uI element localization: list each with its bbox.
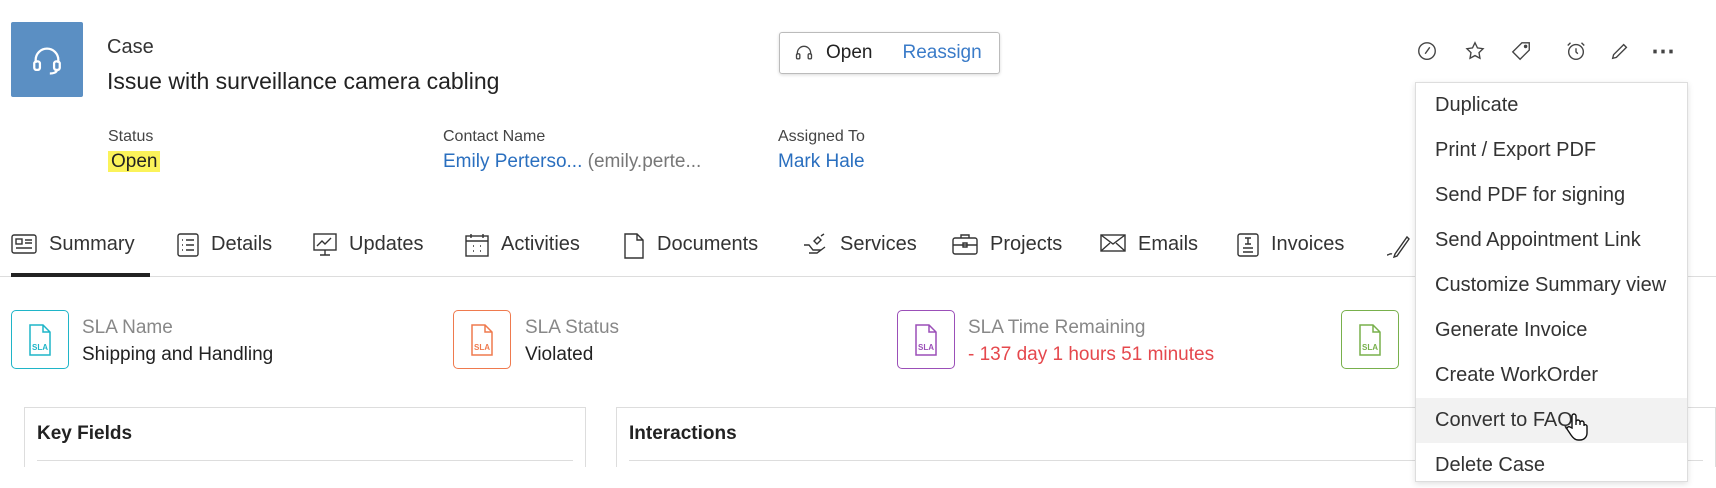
tab-summary[interactable]: Summary: [11, 230, 150, 277]
menu-item-print-export-pdf[interactable]: Print / Export PDF: [1416, 128, 1687, 173]
status-label: Status: [108, 128, 154, 145]
tab-activities[interactable]: Activities: [465, 230, 580, 276]
key-fields-title: Key Fields: [37, 423, 133, 444]
signature-icon: [1386, 235, 1410, 259]
invoice-icon: [1237, 233, 1259, 257]
assigned-label: Assigned To: [778, 128, 865, 145]
interactions-title: Interactions: [629, 423, 737, 444]
sla-time-icon: SLA: [897, 310, 955, 369]
tab-updates[interactable]: Updates: [313, 230, 424, 276]
menu-item-send-pdf-signing[interactable]: Send PDF for signing: [1416, 173, 1687, 218]
sla-extra-icon: SLA: [1341, 310, 1399, 369]
menu-item-convert-to-faq[interactable]: Convert to FAQ: [1416, 398, 1687, 443]
tab-invoices[interactable]: Invoices: [1237, 230, 1344, 276]
tab-documents[interactable]: Documents: [623, 230, 758, 276]
sla-time-value: - 137 day 1 hours 51 minutes: [968, 344, 1215, 365]
divider: [37, 460, 573, 461]
star-icon[interactable]: [1462, 38, 1488, 64]
sla-name-label: SLA Name: [82, 317, 173, 338]
sla-status-icon: SLA: [453, 310, 511, 369]
status-text: Open: [826, 42, 873, 63]
svg-text:SLA: SLA: [32, 343, 48, 352]
document-icon: [624, 233, 644, 259]
tag-icon[interactable]: [1508, 38, 1534, 64]
svg-text:SLA: SLA: [918, 343, 934, 352]
contact-link[interactable]: Emily Perterso...: [443, 151, 582, 172]
briefcase-icon: [952, 234, 978, 255]
contact-label: Contact Name: [443, 128, 546, 145]
more-actions-menu: Duplicate Print / Export PDF Send PDF fo…: [1415, 82, 1688, 482]
assigned-link[interactable]: Mark Hale: [778, 151, 865, 172]
sla-time-label: SLA Time Remaining: [968, 317, 1146, 338]
svg-text:SLA: SLA: [1362, 343, 1378, 352]
status-button[interactable]: Open Reassign: [779, 32, 1000, 74]
alarm-clock-icon[interactable]: [1563, 38, 1589, 64]
menu-item-generate-invoice[interactable]: Generate Invoice: [1416, 308, 1687, 353]
reassign-link[interactable]: Reassign: [902, 42, 981, 64]
tab-services[interactable]: Services: [802, 230, 917, 276]
speedometer-icon[interactable]: [1414, 38, 1440, 64]
headset-icon: [795, 45, 813, 60]
tab-signature[interactable]: [1385, 230, 1411, 276]
case-headset-icon: [11, 22, 83, 97]
menu-item-send-appointment-link[interactable]: Send Appointment Link: [1416, 218, 1687, 263]
menu-item-create-workorder[interactable]: Create WorkOrder: [1416, 353, 1687, 398]
list-icon: [177, 233, 199, 257]
svg-text:SLA: SLA: [474, 343, 490, 352]
sla-status-value: Violated: [525, 344, 594, 365]
page-title: Issue with surveillance camera cabling: [107, 68, 500, 94]
tab-projects[interactable]: Projects: [952, 230, 1062, 276]
menu-item-customize-summary[interactable]: Customize Summary view: [1416, 263, 1687, 308]
tab-emails[interactable]: Emails: [1100, 230, 1198, 276]
more-icon[interactable]: ⋯: [1650, 38, 1676, 65]
monitor-chart-icon: [313, 233, 337, 256]
record-type-label: Case: [107, 36, 154, 58]
sla-status-label: SLA Status: [525, 317, 620, 338]
sla-name-icon: SLA: [11, 310, 69, 369]
tab-details[interactable]: Details: [177, 230, 272, 276]
pencil-icon[interactable]: [1607, 38, 1633, 64]
hand-cursor-icon: [1565, 412, 1589, 447]
menu-item-duplicate[interactable]: Duplicate: [1416, 83, 1687, 128]
menu-item-delete-case[interactable]: Delete Case: [1416, 443, 1687, 488]
envelope-icon: [1100, 234, 1126, 252]
contact-email: (emily.perte...: [587, 151, 702, 172]
services-icon: [804, 233, 826, 254]
calendar-icon: [465, 234, 489, 257]
sla-name-value: Shipping and Handling: [82, 344, 274, 365]
key-fields-panel: Key Fields: [24, 407, 586, 467]
status-value: Open: [108, 151, 161, 172]
summary-card-icon: [11, 234, 37, 254]
